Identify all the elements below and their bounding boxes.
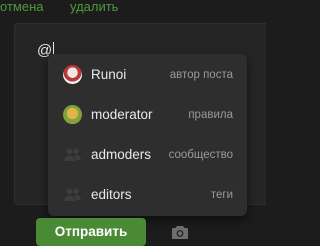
mention-item-admoders[interactable]: admoders сообщество xyxy=(48,135,247,175)
camera-icon[interactable] xyxy=(171,224,189,240)
mention-role: правила xyxy=(188,109,233,121)
mention-role: сообщество xyxy=(168,149,233,161)
mention-username: moderator xyxy=(91,107,153,122)
group-icon xyxy=(63,185,82,204)
mention-item-runoi[interactable]: Runoi автор поста xyxy=(48,55,247,95)
mention-suggestions: Runoi автор поста moderator правила admo… xyxy=(48,54,247,216)
user-avatar-icon xyxy=(63,105,82,124)
user-avatar-icon xyxy=(63,65,82,84)
comment-toolbar: отмена удалить xyxy=(0,0,265,16)
delete-link[interactable]: удалить xyxy=(70,0,118,14)
mention-item-editors[interactable]: editors теги xyxy=(48,175,247,215)
mention-username: editors xyxy=(91,187,132,202)
mention-role: теги xyxy=(210,189,233,201)
mention-item-moderator[interactable]: moderator правила xyxy=(48,95,247,135)
send-button[interactable]: Отправить xyxy=(36,218,146,246)
mention-username: admoders xyxy=(91,147,152,162)
group-icon xyxy=(63,145,82,164)
mention-role: автор поста xyxy=(169,69,233,81)
mention-username: Runoi xyxy=(91,67,127,82)
cancel-link[interactable]: отмена xyxy=(0,0,43,14)
